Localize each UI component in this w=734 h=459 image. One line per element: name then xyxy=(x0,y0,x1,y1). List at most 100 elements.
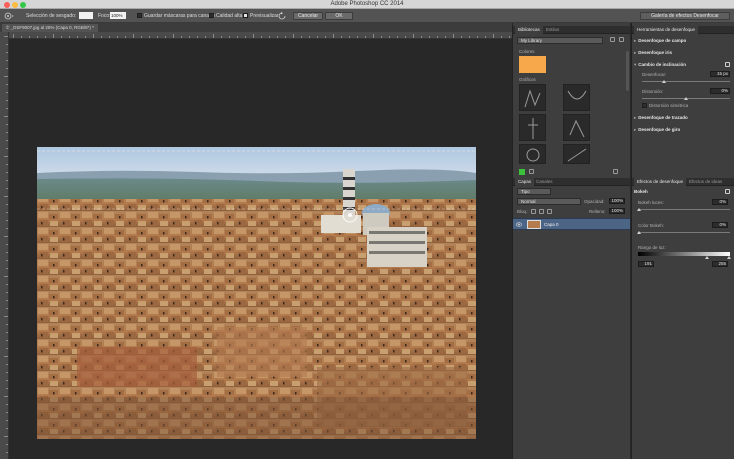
document-image[interactable] xyxy=(37,147,476,439)
ruler-tick xyxy=(6,212,8,213)
layer-name[interactable]: Capa 0 xyxy=(544,222,559,227)
add-element-icon[interactable] xyxy=(529,169,534,174)
light-range-gradient[interactable] xyxy=(638,252,730,256)
tilt-shift-section[interactable]: ▾ Cambio de inclinación xyxy=(634,62,686,68)
graphic-thumbnail[interactable] xyxy=(563,84,590,111)
blur-slider-knob[interactable] xyxy=(662,80,666,83)
ruler-tick xyxy=(501,36,502,38)
ruler-tick xyxy=(6,92,8,93)
list-view-icon[interactable] xyxy=(619,37,624,42)
close-window-button[interactable] xyxy=(4,1,10,8)
tab-layers[interactable]: Capas xyxy=(515,178,535,186)
graphic-thumbnail[interactable] xyxy=(519,144,546,164)
fill-field[interactable]: 100% xyxy=(609,208,625,214)
vertical-ruler[interactable] xyxy=(0,32,9,459)
minimize-window-button[interactable] xyxy=(12,1,18,8)
ruler-tick xyxy=(285,36,286,38)
ok-button[interactable]: OK xyxy=(325,11,353,20)
lock-pixels-icon[interactable] xyxy=(531,209,536,214)
ruler-tick xyxy=(229,36,230,38)
distortion-field[interactable]: 0% xyxy=(710,88,730,94)
distortion-label: Distorsión: xyxy=(642,89,664,94)
focus-field[interactable]: 100% xyxy=(110,12,126,19)
tab-blur-effects[interactable]: Efectos de desenfoque xyxy=(634,178,687,186)
blur-gallery-select[interactable]: Galería de efectos Desenfocar xyxy=(640,11,730,20)
cancel-button[interactable]: Cancelar xyxy=(293,11,323,20)
tab-libraries[interactable]: Bibliotecas xyxy=(515,26,543,34)
zoom-window-button[interactable] xyxy=(20,1,26,8)
light-bokeh-slider[interactable] xyxy=(638,209,730,210)
color-bokeh-slider[interactable] xyxy=(638,232,730,233)
color-swatch[interactable] xyxy=(519,56,546,73)
blend-mode-select[interactable]: Normal xyxy=(517,198,581,205)
graphic-thumbnail[interactable] xyxy=(519,84,546,111)
bokeh-enabled-checkbox[interactable] xyxy=(725,189,730,194)
ruler-tick xyxy=(6,260,8,261)
iris-blur-section[interactable]: ▸ Desenfoque iris xyxy=(634,50,672,56)
collapse-arrow-icon: ▾ xyxy=(634,62,637,67)
blur-amount-field[interactable]: 15 px xyxy=(710,71,730,77)
light-bokeh-field[interactable]: 0% xyxy=(712,199,728,205)
tilt-shift-enabled-checkbox[interactable] xyxy=(725,62,730,67)
light-range-low-field[interactable]: 191 xyxy=(638,261,654,267)
field-blur-section[interactable]: ▸ Desenfoque de campo xyxy=(634,38,686,44)
high-quality-checkbox[interactable]: Calidad alta xyxy=(209,12,242,20)
ruler-tick xyxy=(6,324,8,325)
blur-tool-icon[interactable] xyxy=(4,12,14,20)
colors-label: Colores xyxy=(519,49,535,54)
layer-row[interactable]: Capa 0 xyxy=(513,218,630,230)
preview-checkbox[interactable]: Previsualizar xyxy=(243,12,279,20)
tab-styles[interactable]: Estilos xyxy=(543,26,562,34)
horizontal-ruler[interactable] xyxy=(9,32,512,39)
graphic-thumbnail[interactable] xyxy=(563,144,590,164)
graphic-thumbnail[interactable] xyxy=(563,114,590,141)
visibility-eye-icon[interactable] xyxy=(516,222,522,227)
ruler-tick xyxy=(213,34,214,38)
ruler-tick xyxy=(6,172,8,173)
tab-channels[interactable]: Canales xyxy=(533,178,556,186)
expand-arrow-icon: ▸ xyxy=(634,115,637,120)
lock-all-icon[interactable] xyxy=(547,209,552,214)
ruler-tick xyxy=(6,60,8,61)
light-range-high-knob[interactable] xyxy=(727,256,731,259)
blur-slider[interactable] xyxy=(642,81,730,82)
blur-effects-tabs: Efectos de desenfoque Efectos de ideas xyxy=(632,178,734,186)
ruler-tick xyxy=(6,164,8,165)
opacity-field[interactable]: 100% xyxy=(609,198,625,204)
graphic-thumbnail[interactable] xyxy=(519,114,546,141)
ruler-tick xyxy=(21,36,22,38)
selection-bleed-label: Selección de sesgado: xyxy=(26,13,77,19)
symmetric-distortion-checkbox[interactable]: Distorsión simétrica xyxy=(642,103,688,109)
lock-position-icon[interactable] xyxy=(539,209,544,214)
ruler-tick xyxy=(341,36,342,38)
ruler-tick xyxy=(6,68,8,69)
ruler-tick xyxy=(133,34,134,38)
tab-idea-effects[interactable]: Efectos de ideas xyxy=(686,178,725,186)
ruler-tick xyxy=(173,34,174,38)
spin-blur-section[interactable]: ▸ Desenfoque de giro xyxy=(634,127,680,133)
light-range-low-knob[interactable] xyxy=(705,256,709,259)
selection-bleed-field[interactable] xyxy=(79,12,93,19)
ruler-tick xyxy=(4,236,8,237)
library-trash-icon[interactable] xyxy=(613,169,618,174)
path-blur-section[interactable]: ▸ Desenfoque de trazado xyxy=(634,115,688,121)
ruler-tick xyxy=(4,156,8,157)
ruler-tick xyxy=(509,36,510,38)
grid-view-icon[interactable] xyxy=(610,37,615,42)
distortion-slider-knob[interactable] xyxy=(684,97,688,100)
libraries-scrollbar[interactable] xyxy=(626,51,629,91)
ruler-tick xyxy=(189,36,190,38)
color-bokeh-slider-knob[interactable] xyxy=(637,231,641,234)
save-masks-checkbox[interactable]: Guardar máscaras para canales xyxy=(137,12,215,20)
color-bokeh-field[interactable]: 0% xyxy=(712,222,728,228)
layer-filter-select[interactable]: Tipo xyxy=(517,188,551,195)
light-range-high-field[interactable]: 255 xyxy=(712,261,728,267)
light-bokeh-slider-knob[interactable] xyxy=(637,208,641,211)
light-bokeh-label: Bokeh luces: xyxy=(638,200,664,205)
reset-icon[interactable] xyxy=(278,12,286,20)
ruler-tick xyxy=(29,36,30,38)
document-tab[interactable]: © _DSF9007.jpg al 25% (Capa 0, RGB/8*) * xyxy=(2,24,98,32)
tab-blur-tools[interactable]: Herramientas de desenfoque xyxy=(634,26,699,34)
library-select[interactable]: My Library xyxy=(517,37,603,44)
ruler-tick xyxy=(4,276,8,277)
